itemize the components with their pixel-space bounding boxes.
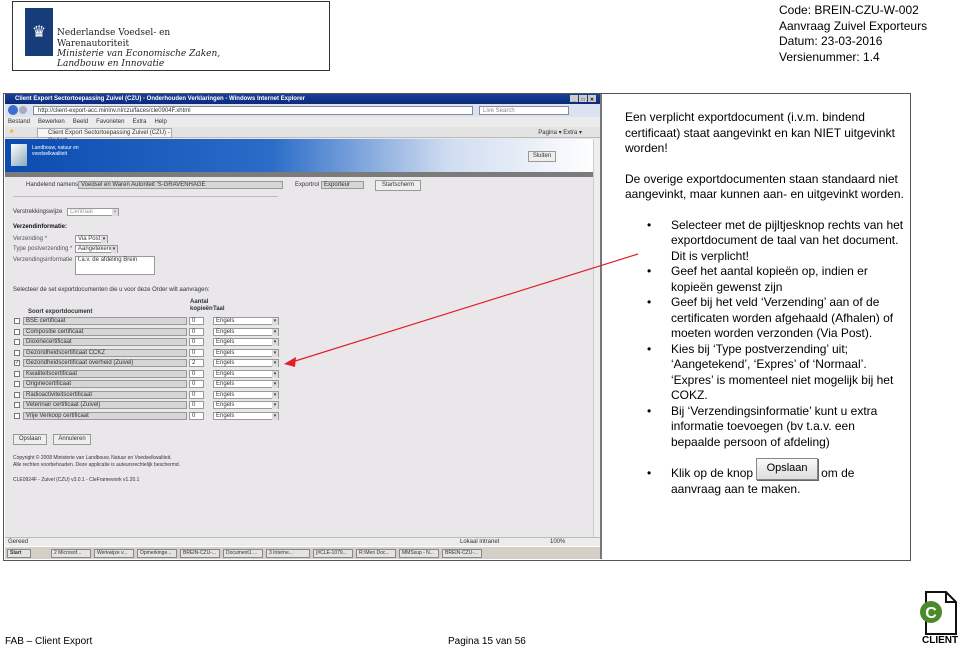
intro-paragraph-2: De overige exportdocumenten staan standa… <box>625 171 904 202</box>
list-item: Bij ‘Verzendingsinformatie’ kunt u extra… <box>625 404 905 451</box>
page-number: Pagina 15 van 56 <box>448 636 526 647</box>
intro-paragraph: Een verplicht exportdocument (i.v.m. bin… <box>625 110 895 155</box>
list-item: Klik op de knopOpslaanom de aanvraag aan… <box>625 457 905 497</box>
client-logo: C CLIENT <box>918 590 958 648</box>
explanation-text: Een verplicht exportdocument (i.v.m. bin… <box>625 110 905 497</box>
list-item: Kies bij ‘Type postverzending’ uit; ‘Aan… <box>625 342 905 404</box>
footer-left: FAB – Client Export <box>5 636 93 647</box>
svg-text:C: C <box>925 605 937 622</box>
client-logo-text: CLIENT <box>922 635 959 646</box>
annotation-arrow <box>291 253 639 363</box>
opslaan-button-image: Opslaan <box>756 457 819 480</box>
text: Klik op de knop <box>671 466 754 480</box>
list-item: Selecteer met de pijltjesknop rechts van… <box>625 218 905 265</box>
arrow-head-icon <box>284 357 296 367</box>
list-item: Geef bij het veld ‘Verzending’ aan of de… <box>625 295 905 342</box>
instruction-list: Selecteer met de pijltjesknop rechts van… <box>625 218 905 498</box>
list-item: Geef het aantal kopieën op, indien er ko… <box>625 264 905 295</box>
